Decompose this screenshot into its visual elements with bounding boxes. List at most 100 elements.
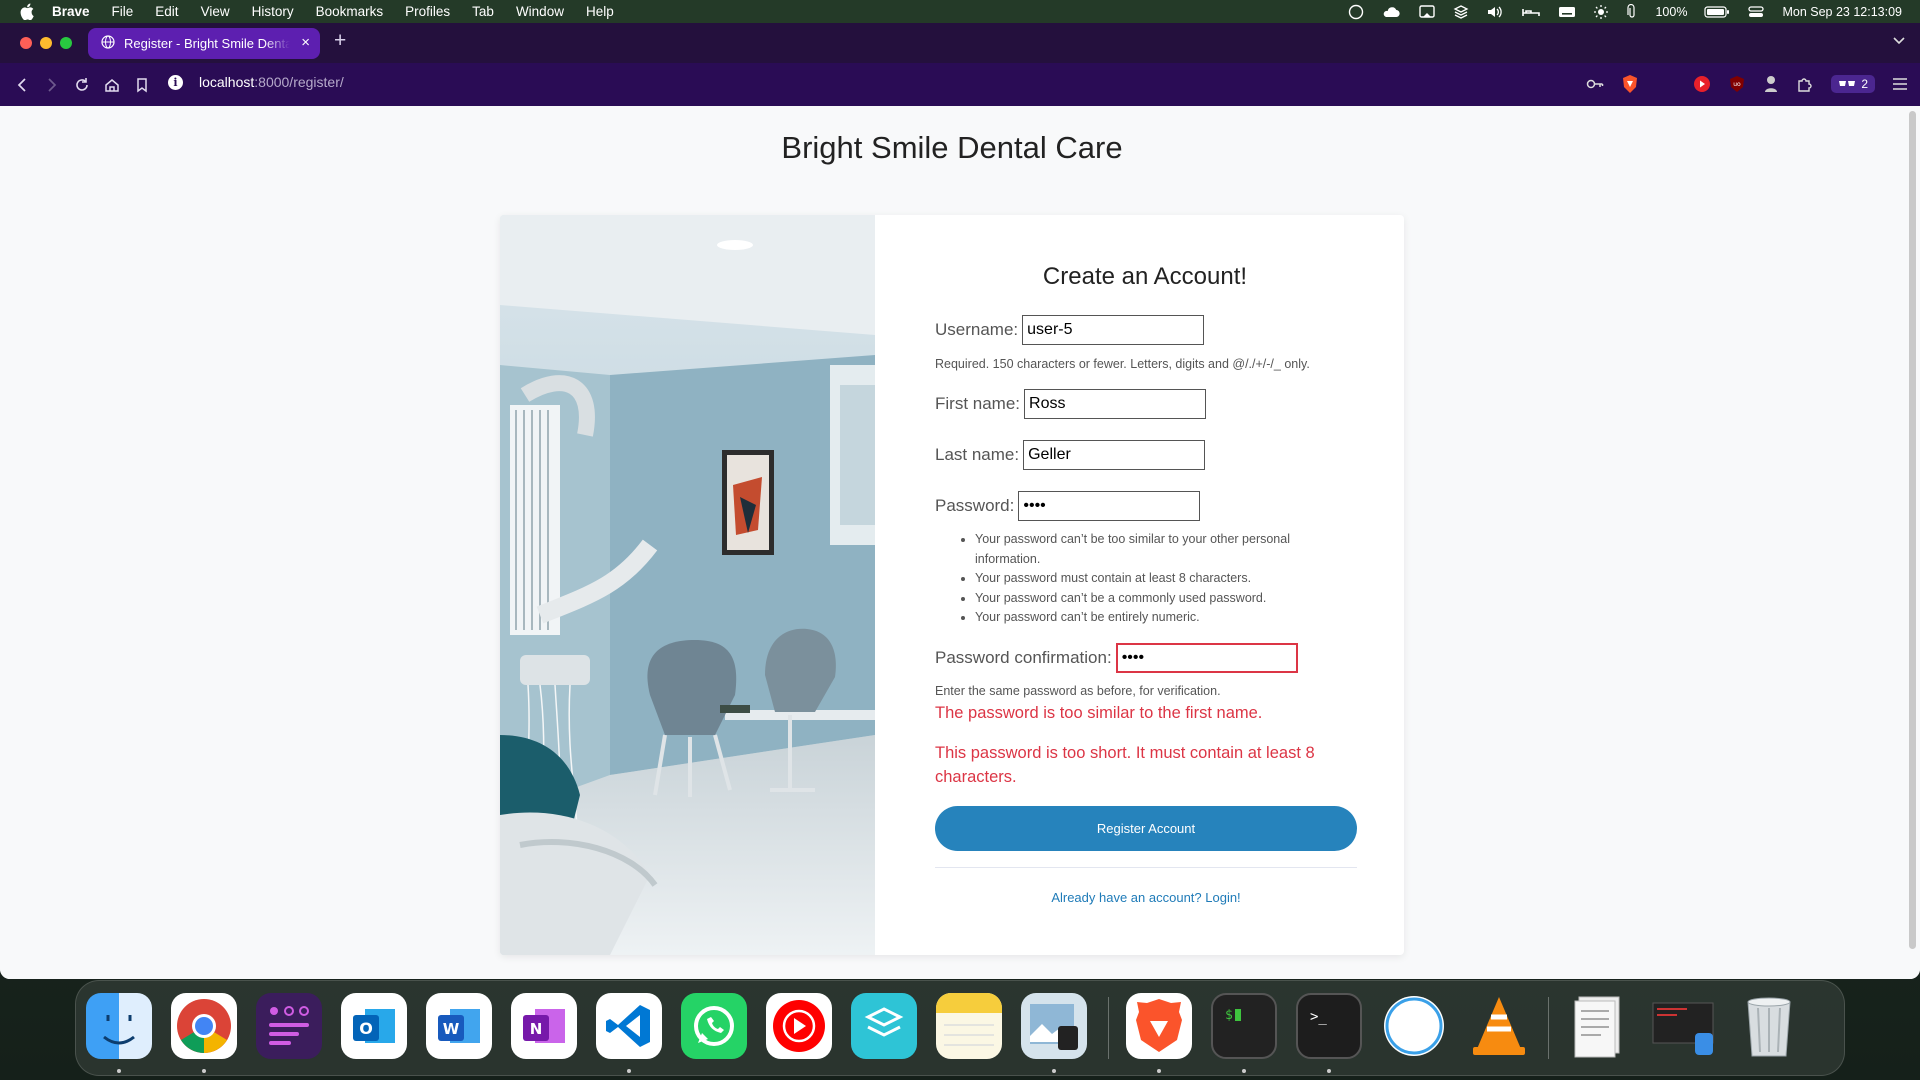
cast-icon[interactable]: [1418, 4, 1436, 20]
menu-tab[interactable]: Tab: [472, 4, 494, 19]
menu-help[interactable]: Help: [586, 4, 614, 19]
last-name-input[interactable]: [1023, 440, 1206, 470]
bed-icon[interactable]: [1521, 4, 1541, 20]
document-stack-icon[interactable]: [1566, 993, 1632, 1059]
brave-shields-icon[interactable]: [1621, 74, 1639, 94]
error-similar-message: The password is too similar to the first…: [935, 704, 1263, 722]
menu-edit[interactable]: Edit: [155, 4, 178, 19]
password-help-item: Your password must contain at least 8 ch…: [975, 569, 1355, 589]
brave-icon[interactable]: [1126, 993, 1192, 1059]
active-tab[interactable]: Register - Bright Smile Dental Care ×: [88, 28, 320, 59]
register-card: Create an Account! Username: Required. 1…: [500, 215, 1404, 955]
vscode-icon[interactable]: [596, 993, 662, 1059]
screen-recorder-icon[interactable]: [1651, 993, 1717, 1059]
last-name-label: Last name:: [935, 445, 1020, 464]
password-help-item: Your password can’t be entirely numeric.: [975, 608, 1355, 628]
menu-app-name[interactable]: Brave: [52, 4, 90, 19]
password-key-icon[interactable]: [1586, 77, 1604, 91]
close-tab-icon[interactable]: ×: [301, 34, 310, 51]
forward-icon[interactable]: [44, 77, 60, 93]
youtube-music-icon[interactable]: [766, 993, 832, 1059]
password-help-item: Your password can’t be a commonly used p…: [975, 589, 1355, 609]
brightness-icon[interactable]: [1593, 4, 1609, 20]
wallet-count: 2: [1861, 77, 1868, 91]
keyboard-icon[interactable]: [1558, 4, 1576, 20]
tab-list-chevron-icon[interactable]: [1892, 33, 1906, 52]
username-input[interactable]: [1022, 315, 1205, 345]
tab-bar: Register - Bright Smile Dental Care × +: [0, 23, 1920, 63]
window-controls: [20, 37, 72, 49]
svg-text:>_: >_: [1310, 1009, 1327, 1025]
register-account-button[interactable]: Register Account: [935, 806, 1357, 851]
svg-text:N: N: [530, 1020, 543, 1038]
username-help: Required. 150 characters or fewer. Lette…: [935, 357, 1310, 371]
address-bar[interactable]: i localhost:8000/register/: [168, 74, 344, 90]
trash-icon[interactable]: [1736, 993, 1802, 1059]
ublock-extension-icon[interactable]: uo: [1728, 75, 1746, 93]
dental-clinic-image: [500, 215, 875, 955]
menu-bookmarks[interactable]: Bookmarks: [316, 4, 384, 19]
url-path: :8000/register/: [254, 74, 344, 90]
password-confirmation-label: Password confirmation:: [935, 648, 1112, 667]
battery-icon[interactable]: [1704, 4, 1730, 20]
back-icon[interactable]: [14, 77, 30, 93]
terminal-prompt-icon[interactable]: >_: [1296, 993, 1362, 1059]
browser-toolbar: i localhost:8000/register/ uo 2: [0, 63, 1920, 106]
vlc-icon[interactable]: [1466, 993, 1532, 1059]
circle-app-icon[interactable]: [1381, 993, 1447, 1059]
attachment-icon[interactable]: [1626, 3, 1638, 20]
password-help-list: Your password can’t be too similar to yo…: [935, 530, 1355, 628]
volume-icon[interactable]: [1486, 4, 1504, 20]
preview-icon[interactable]: [1021, 993, 1087, 1059]
menu-view[interactable]: View: [201, 4, 230, 19]
password-help-item: Your password can’t be too similar to yo…: [975, 530, 1355, 569]
apple-menu-icon[interactable]: [20, 3, 38, 20]
onenote-icon[interactable]: N: [511, 993, 577, 1059]
whatsapp-icon[interactable]: [681, 993, 747, 1059]
password-input[interactable]: [1018, 491, 1201, 521]
layers-icon[interactable]: [851, 993, 917, 1059]
reload-icon[interactable]: [74, 77, 90, 93]
username-row: Username:: [935, 315, 1205, 345]
youtube-extension-icon[interactable]: [1693, 75, 1711, 93]
browser-window: Register - Bright Smile Dental Care × + …: [0, 23, 1920, 979]
username-label: Username:: [935, 320, 1019, 339]
page-scrollbar[interactable]: [1909, 111, 1916, 949]
word-icon[interactable]: W: [426, 993, 492, 1059]
circle-status-icon[interactable]: [1348, 4, 1364, 20]
notes-icon[interactable]: [936, 993, 1002, 1059]
minimize-window-button[interactable]: [40, 37, 52, 49]
menu-file[interactable]: File: [112, 4, 134, 19]
menu-window[interactable]: Window: [516, 4, 564, 19]
macos-menubar: Brave File Edit View History Bookmarks P…: [0, 0, 1920, 23]
menu-profiles[interactable]: Profiles: [405, 4, 450, 19]
menu-history[interactable]: History: [252, 4, 294, 19]
extensions-puzzle-icon[interactable]: [1796, 75, 1814, 93]
zoom-window-button[interactable]: [60, 37, 72, 49]
bookmark-icon[interactable]: [134, 77, 150, 93]
new-tab-button[interactable]: +: [334, 29, 346, 53]
browser-menu-icon[interactable]: [1892, 77, 1908, 91]
outlook-icon[interactable]: O: [341, 993, 407, 1059]
control-center-icon[interactable]: [1747, 4, 1765, 20]
home-icon[interactable]: [104, 77, 120, 93]
terminal-icon[interactable]: $: [1211, 993, 1277, 1059]
first-name-input[interactable]: [1024, 389, 1207, 419]
finder-icon[interactable]: [86, 993, 152, 1059]
chrome-icon[interactable]: [171, 993, 237, 1059]
login-link[interactable]: Already have an account? Login!: [935, 890, 1357, 905]
menubar-clock[interactable]: Mon Sep 23 12:13:09: [1782, 5, 1902, 19]
svg-text:O: O: [359, 1019, 373, 1038]
svg-text:$: $: [1225, 1008, 1233, 1023]
cloud-status-icon[interactable]: [1381, 4, 1401, 20]
close-window-button[interactable]: [20, 37, 32, 49]
password-confirmation-input[interactable]: [1115, 643, 1298, 673]
profile-extension-icon[interactable]: [1763, 75, 1779, 93]
first-name-label: First name:: [935, 394, 1021, 413]
site-info-icon[interactable]: i: [168, 74, 183, 90]
svg-text:W: W: [443, 1020, 460, 1038]
brave-wallet-button[interactable]: 2: [1831, 75, 1875, 93]
password-confirmation-row: Password confirmation:: [935, 643, 1298, 673]
layers-status-icon[interactable]: [1453, 4, 1469, 20]
tasks-icon[interactable]: [256, 993, 322, 1059]
